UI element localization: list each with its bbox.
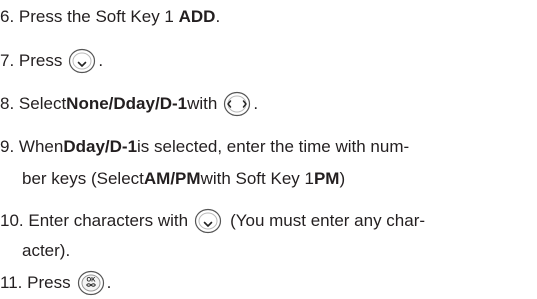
step-punct: .: [106, 273, 112, 292]
step-text: Select: [18, 94, 67, 113]
navigation-down-key-icon: [68, 48, 96, 74]
step-text: with: [187, 94, 218, 113]
navigation-left-right-key-icon: [223, 91, 251, 117]
step-11: 11. Press OK .: [0, 270, 112, 296]
step-text: is selected, enter the time with num-: [137, 137, 410, 156]
step-6: 6. Press the Soft Key 1 ADD.: [0, 6, 220, 28]
step-text: Press the Soft Key 1: [18, 7, 174, 26]
step-number: 7.: [0, 51, 15, 70]
ok-key-icon: OK: [77, 270, 105, 296]
step-8: 8. Select None/Dday/D-1 with .: [0, 91, 259, 117]
step-10-continued: acter).: [22, 240, 70, 262]
step-number: 6.: [0, 7, 15, 26]
step-text: ber keys (Select: [22, 169, 144, 188]
step-punct: .: [253, 94, 259, 113]
softkey-label: ADD: [178, 7, 216, 26]
option-label: AM/PM: [143, 169, 201, 188]
step-9: 9. When Dday/D-1 is selected, enter the …: [0, 136, 409, 158]
step-punct: ): [339, 169, 346, 188]
step-9-continued: ber keys (Select AM/PM with Soft Key 1 P…: [22, 168, 345, 190]
step-text: Press: [27, 273, 71, 292]
step-number: 10.: [0, 211, 24, 230]
step-punct: .: [215, 7, 221, 26]
step-10: 10. Enter characters with (You must ente…: [0, 208, 426, 234]
step-text: When: [18, 137, 64, 156]
option-label: Dday/D-1: [63, 137, 138, 156]
step-7: 7. Press .: [0, 48, 104, 74]
step-text: (You must enter any char-: [230, 211, 426, 230]
option-label: None/Dday/D-1: [66, 94, 188, 113]
step-text: acter).: [22, 241, 71, 260]
step-number: 11.: [0, 273, 23, 292]
step-number: 8.: [0, 94, 15, 113]
step-text: with Soft Key 1: [200, 169, 314, 188]
step-punct: .: [98, 51, 104, 70]
step-text: Press: [18, 51, 63, 70]
ok-key-label: OK: [86, 278, 96, 284]
step-text: Enter characters with: [28, 211, 189, 230]
navigation-down-key-icon: [194, 208, 222, 234]
step-number: 9.: [0, 137, 15, 156]
softkey-label: PM: [313, 169, 340, 188]
